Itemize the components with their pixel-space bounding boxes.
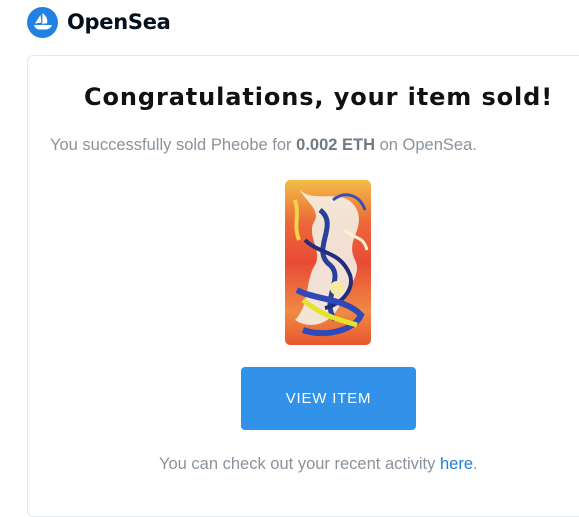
header: OpenSea: [27, 6, 171, 38]
sale-suffix: on OpenSea.: [375, 136, 477, 154]
footer-end: .: [473, 455, 478, 473]
view-item-button[interactable]: VIEW ITEM: [241, 367, 416, 430]
phoenix-artwork: [285, 180, 371, 345]
sale-middle: for: [267, 136, 297, 154]
footer-message: You can check out your recent activity: [159, 455, 440, 473]
headline: Congratulations, your item sold!: [84, 83, 554, 111]
brand-name[interactable]: OpenSea: [67, 10, 171, 34]
footer-text: You can check out your recent activity h…: [159, 455, 478, 474]
opensea-logo-icon[interactable]: [27, 6, 58, 38]
sale-price: 0.002 ETH: [296, 136, 376, 154]
nft-image[interactable]: [285, 180, 371, 345]
sailboat-icon: [33, 13, 52, 30]
sale-prefix: You successfully sold: [50, 136, 211, 154]
activity-link[interactable]: here: [440, 455, 473, 473]
item-name: Pheobe: [210, 136, 268, 154]
sale-description: You successfully sold Pheobe for 0.002 E…: [50, 136, 477, 155]
